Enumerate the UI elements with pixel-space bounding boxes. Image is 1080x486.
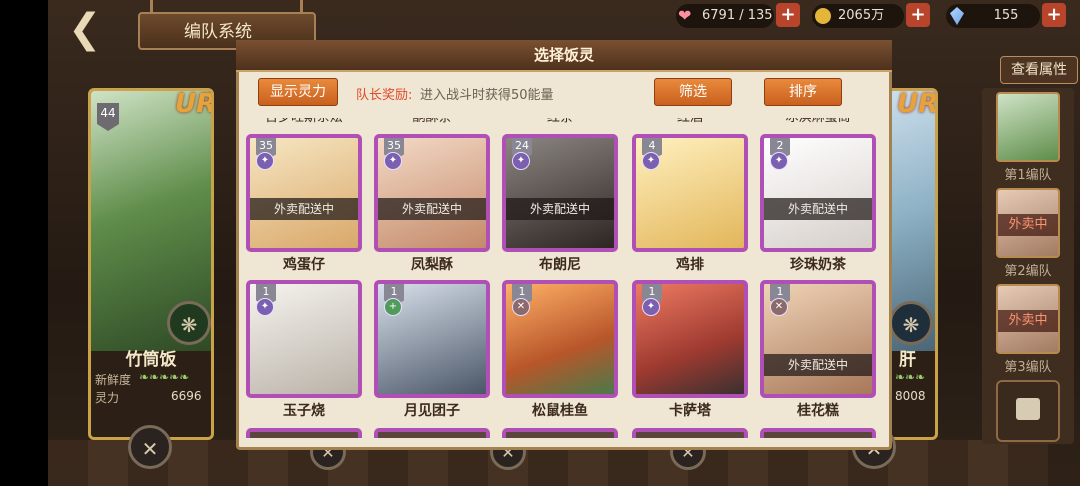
cutlery-icon[interactable]: ✕ — [128, 425, 172, 469]
character-name: 竹筒饭 — [125, 350, 177, 370]
delivery-status: 外卖配送中 — [378, 198, 486, 220]
character-name: 红茶 — [500, 118, 620, 128]
star-icon: ✦ — [642, 298, 660, 316]
gem-value: 155 — [993, 8, 1019, 23]
team-3-thumbnail[interactable]: 外卖中 — [996, 284, 1060, 354]
character-card-partial[interactable] — [246, 428, 362, 438]
freshness-leaves-icon: ❧❧❧ — [895, 370, 926, 384]
star-icon: ✦ — [256, 298, 274, 316]
rarity-badge: UR — [175, 89, 214, 119]
character-card-partial[interactable] — [760, 428, 876, 438]
coin-icon — [815, 8, 831, 24]
freshness-label: 新鲜度 — [95, 373, 132, 387]
delivery-badge: 外卖中 — [998, 214, 1058, 236]
show-power-button[interactable]: 显示灵力 — [258, 78, 338, 106]
gold-counter: 2065万 — [812, 4, 904, 28]
character-card-partial[interactable] — [374, 428, 490, 438]
character-name: 吉罗旺斯杂烩 — [244, 118, 364, 128]
crossed-cutlery-icon: ✕ — [512, 298, 530, 316]
stamina-counter: ❤ 6791 / 135 — [676, 4, 774, 28]
character-name: 肝 — [899, 350, 916, 370]
delivery-status: 外卖配送中 — [764, 198, 872, 220]
skill-icon: ❋ — [889, 301, 933, 345]
character-card[interactable]: 1 + — [374, 280, 490, 398]
freshness-leaves-icon: ❧❧❧❧❧ — [139, 370, 190, 384]
lock-icon — [1016, 398, 1040, 420]
star-icon: ✦ — [512, 152, 530, 170]
back-arrow-icon[interactable]: ❮ — [68, 9, 120, 49]
gold-value: 2065万 — [838, 8, 885, 23]
locked-team-slot[interactable] — [996, 380, 1060, 442]
character-card[interactable]: 1 ✦ — [246, 280, 362, 398]
power-value: 8008 — [895, 389, 926, 403]
character-name: 月见团子 — [404, 403, 460, 419]
captain-bonus-text: 进入战斗时获得50能量 — [420, 88, 554, 103]
delivery-status: 外卖配送中 — [506, 198, 614, 220]
team-leader-card[interactable]: 44 UR ❋ 竹筒饭 新鲜度 ❧❧❧❧❧ 灵力 6696 — [88, 88, 214, 440]
character-card[interactable]: 1 ✕ — [502, 280, 618, 398]
stamina-value: 6791 / 135 — [702, 8, 773, 23]
character-name: 红酒 — [630, 118, 750, 128]
crossed-cutlery-icon: ✕ — [770, 298, 788, 316]
add-stamina-button[interactable]: + — [776, 3, 800, 27]
power-label: 灵力 — [95, 391, 120, 405]
star-icon: ✦ — [384, 152, 402, 170]
view-attributes-button[interactable]: 查看属性 — [1000, 56, 1078, 84]
character-name: 冰淇淋蛋筒 — [758, 118, 878, 128]
character-card[interactable]: 35 ✦ 外卖配送中 — [246, 134, 362, 252]
character-card-partial[interactable] — [502, 428, 618, 438]
character-name: 松鼠桂鱼 — [532, 403, 588, 419]
team-1-thumbnail[interactable] — [996, 92, 1060, 162]
character-card[interactable]: 24 ✦ 外卖配送中 — [502, 134, 618, 252]
character-name: 鸡蛋仔 — [283, 257, 325, 273]
team-3-label[interactable]: 第3编队 — [990, 356, 1066, 375]
star-icon: ✦ — [256, 152, 274, 170]
delivery-badge: 外卖中 — [998, 310, 1058, 332]
delivery-status: 外卖配送中 — [250, 198, 358, 220]
add-gem-button[interactable]: + — [1042, 3, 1066, 27]
gem-icon — [950, 7, 964, 25]
character-name: 玉子烧 — [283, 403, 325, 419]
captain-bonus-label: 队长奖励: — [356, 88, 413, 103]
star-icon: ✦ — [770, 152, 788, 170]
dialog-title: 选择饭灵 — [533, 46, 594, 64]
plus-icon: + — [384, 298, 402, 316]
filter-button[interactable]: 筛选 — [654, 78, 732, 106]
team-2-thumbnail[interactable]: 外卖中 — [996, 188, 1060, 258]
skill-icon: ❋ — [167, 301, 211, 345]
screen-edge — [0, 0, 48, 486]
character-card[interactable]: 1 ✕ 外卖配送中 — [760, 280, 876, 398]
gem-counter: 155 — [946, 4, 1040, 28]
character-name: 卡萨塔 — [669, 403, 711, 419]
sort-button[interactable]: 排序 — [764, 78, 842, 106]
add-gold-button[interactable]: + — [906, 3, 930, 27]
character-name: 鸡排 — [676, 257, 704, 273]
power-value: 6696 — [171, 389, 202, 403]
heart-icon: ❤ — [678, 6, 692, 25]
delivery-status: 外卖配送中 — [764, 354, 872, 376]
character-card-partial[interactable] — [632, 428, 748, 438]
character-card[interactable]: 2 ✦ 外卖配送中 — [760, 134, 876, 252]
character-name: 酮酥茶 — [372, 118, 492, 128]
rarity-badge: UR — [897, 89, 938, 119]
character-name: 凤梨酥 — [411, 257, 453, 273]
dialog-title-bar: 选择饭灵 — [236, 40, 892, 72]
character-card[interactable]: 1 ✦ — [632, 280, 748, 398]
character-name: 桂花糕 — [797, 403, 839, 419]
character-card[interactable]: 4 ✦ — [632, 134, 748, 252]
star-icon: ✦ — [642, 152, 660, 170]
character-name: 布朗尼 — [539, 257, 581, 273]
character-name: 珍珠奶茶 — [790, 257, 846, 273]
character-card[interactable]: 35 ✦ 外卖配送中 — [374, 134, 490, 252]
team-1-label[interactable]: 第1编队 — [990, 164, 1066, 183]
team-2-label[interactable]: 第2编队 — [990, 260, 1066, 279]
